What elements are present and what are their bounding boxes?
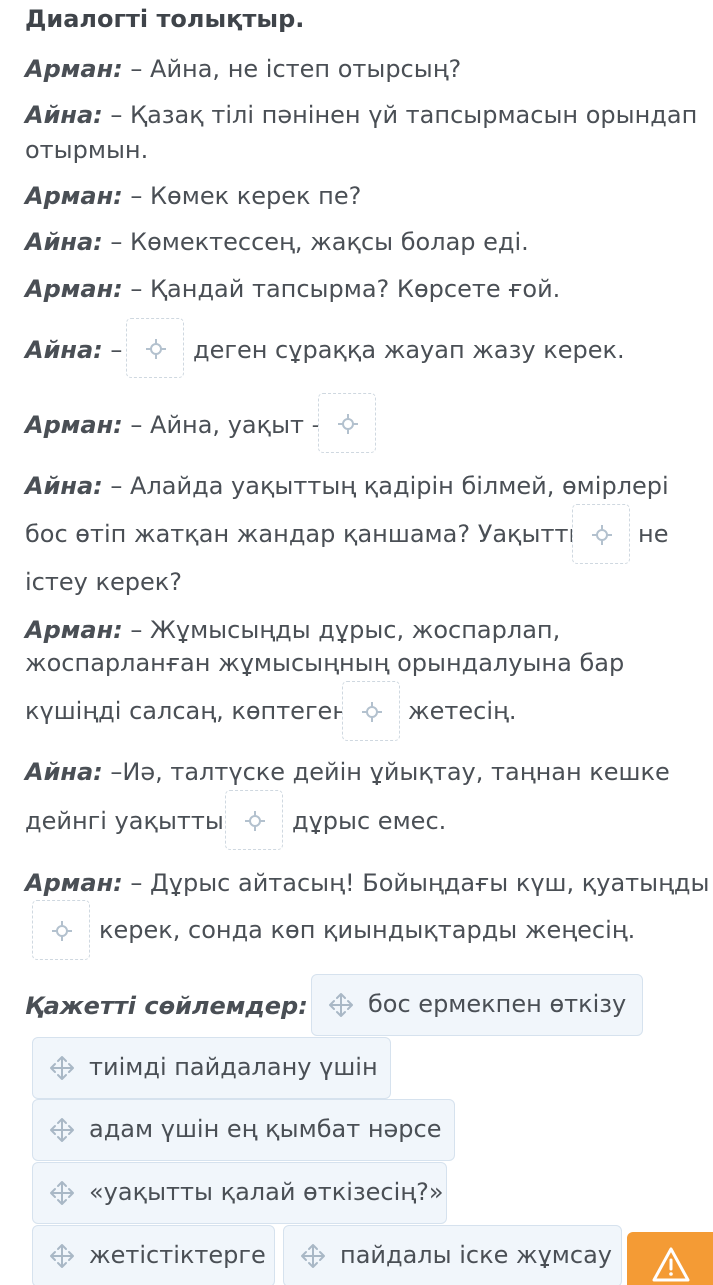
dialog-text: дейнгі уақытты: [25, 807, 224, 835]
chip-label: «уақытты қалай өткізесің?»: [89, 1178, 444, 1206]
answer-chip[interactable]: жетістіктерге: [32, 1225, 275, 1285]
options-label: Қажетті сөйлемдер:: [25, 992, 308, 1020]
warning-icon: [652, 1247, 690, 1282]
drag-move-icon: [50, 1181, 74, 1205]
drag-move-icon: [50, 1244, 74, 1268]
answer-chip[interactable]: тиімді пайдалану үшін: [32, 1037, 391, 1099]
speaker-label: Айна:: [25, 758, 103, 786]
exercise-title: Диалогті толықтыр.: [25, 5, 305, 33]
speaker-label: Айна:: [25, 336, 103, 364]
dialog-text: бос өтіп жатқан жандар қаншама? Уақытты: [25, 520, 588, 548]
dialog-text: – Көмектессең, жақсы болар еді.: [110, 228, 529, 256]
speaker-label: Арман:: [25, 616, 123, 644]
dialog-text: – Қандай тапсырма? Көрсете ғой.: [130, 275, 561, 303]
chip-label: пайдалы іске жұмсау: [340, 1241, 613, 1269]
move-target-icon: [146, 339, 166, 359]
dialog-text: – Көмек керек пе?: [130, 182, 362, 210]
dialog-line: Айна: – Алайда уақыттың қадірін білмей, …: [25, 469, 669, 503]
dialog-text: –: [110, 336, 123, 364]
move-target-icon: [245, 811, 265, 831]
dialog-line: Арман: – Көмек керек пе?: [25, 179, 361, 213]
dialog-text: не: [638, 520, 669, 548]
drag-move-icon: [50, 1056, 74, 1080]
speaker-label: Айна:: [25, 101, 103, 129]
drag-move-icon: [329, 993, 353, 1017]
speaker-label: Арман:: [25, 55, 123, 83]
exercise-page: Диалогті толықтыр. Арман: – Айна, не іст…: [0, 0, 713, 1285]
answer-chip[interactable]: бос ермекпен өткізу: [311, 974, 643, 1036]
answer-chip[interactable]: адам үшін ең қымбат нәрсе: [32, 1099, 455, 1161]
dialog-text: – Жұмысыңды дұрыс, жоспарлап,: [130, 616, 561, 644]
dialog-text: істеу керек?: [25, 568, 182, 596]
dialog-text: дұрыс емес.: [292, 807, 447, 835]
speaker-label: Арман:: [25, 182, 123, 210]
dialog-text: отырмын.: [25, 136, 149, 164]
dialog-line: Арман: – Қандай тапсырма? Көрсете ғой.: [25, 272, 560, 306]
dialog-line: Айна: –: [25, 333, 122, 367]
move-target-icon: [592, 525, 612, 545]
dialog-text: күшіңді салсаң, көптеген: [25, 697, 349, 725]
dialog-text: – Айна, уақыт –: [130, 411, 324, 439]
answer-drop-zone[interactable]: [572, 504, 630, 564]
dialog-text: жетесің.: [408, 697, 517, 725]
answer-chip[interactable]: «уақытты қалай өткізесің?»: [32, 1162, 447, 1224]
report-problem-button[interactable]: [627, 1232, 713, 1285]
dialog-line: Айна: – Көмектессең, жақсы болар еді.: [25, 225, 529, 259]
chip-label: адам үшін ең қымбат нәрсе: [89, 1115, 442, 1143]
dialog-text: –Иә, талтүске дейін ұйықтау, таңнан кешк…: [110, 758, 670, 786]
chip-label: жетістіктерге: [89, 1241, 266, 1269]
speaker-label: Арман:: [25, 869, 123, 897]
dialog-text: деген сұраққа жауап жазу керек.: [193, 336, 625, 364]
move-target-icon: [52, 921, 72, 941]
dialog-line: Арман: – Айна, уақыт –: [25, 408, 324, 442]
move-target-icon: [338, 414, 358, 434]
dialog-line: Айна: –Иә, талтүске дейін ұйықтау, таңна…: [25, 755, 670, 789]
speaker-label: Айна:: [25, 228, 103, 256]
dialog-line: Айна: – Қазақ тілі пәнінен үй тапсырмасы…: [25, 98, 697, 132]
dialog-line: Арман: – Дұрыс айтасың! Бойыңдағы күш, қ…: [25, 866, 709, 900]
dialog-text: – Қазақ тілі пәнінен үй тапсырмасын орын…: [110, 101, 698, 129]
move-target-icon: [362, 702, 382, 722]
chip-label: тиімді пайдалану үшін: [89, 1053, 378, 1081]
dialog-text: – Дұрыс айтасың! Бойыңдағы күш, қуатыңды: [130, 869, 710, 897]
answer-drop-zone[interactable]: [32, 900, 90, 960]
drag-move-icon: [301, 1244, 325, 1268]
speaker-label: Арман:: [25, 275, 123, 303]
dialog-line: Арман: – Жұмысыңды дұрыс, жоспарлап,: [25, 613, 560, 647]
answer-chip[interactable]: пайдалы іске жұмсау: [283, 1225, 622, 1285]
drag-move-icon: [50, 1118, 74, 1142]
dialog-text: – Алайда уақыттың қадірін білмей, өмірле…: [110, 472, 669, 500]
answer-drop-zone[interactable]: [318, 393, 376, 453]
speaker-label: Арман:: [25, 411, 123, 439]
dialog-text: керек, сонда көп қиындықтарды жеңесің.: [99, 916, 636, 944]
answer-drop-zone[interactable]: [225, 790, 283, 850]
dialog-text: – Айна, не істеп отырсың?: [130, 55, 462, 83]
dialog-text: жоспарланған жұмысыңның орындалуына бар: [25, 649, 625, 677]
speaker-label: Айна:: [25, 472, 103, 500]
answer-drop-zone[interactable]: [342, 681, 400, 741]
answer-drop-zone[interactable]: [126, 318, 184, 378]
dialog-line: Арман: – Айна, не істеп отырсың?: [25, 52, 461, 86]
chip-label: бос ермекпен өткізу: [368, 990, 627, 1018]
